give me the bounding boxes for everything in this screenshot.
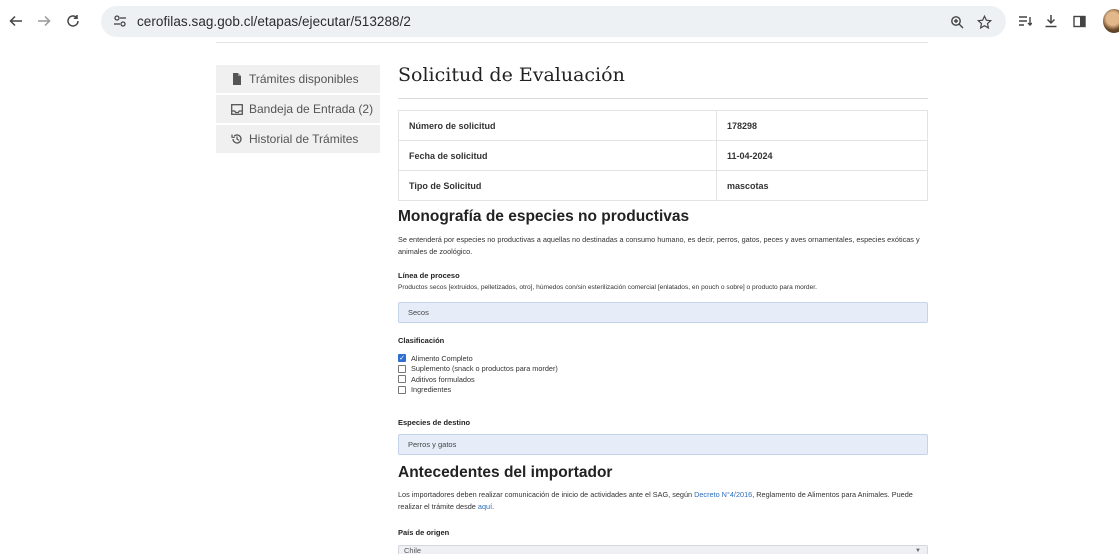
monografia-description: Se entenderá por especies no productivas…	[398, 235, 920, 256]
table-value: 178298	[716, 110, 928, 141]
sidebar-item-historial[interactable]: Historial de Trámites	[216, 125, 380, 153]
text-segment: .	[492, 502, 495, 511]
especies-destino-label: Especies de destino	[398, 418, 471, 427]
clasificacion-label: Clasificación	[398, 336, 445, 345]
tramite-link[interactable]: aquí	[478, 502, 492, 511]
back-arrow-icon[interactable]	[6, 11, 26, 31]
section-title-importador: Antecedentes del importador	[398, 464, 613, 481]
checkbox-alimento-completo[interactable]: ✓ Alimento Completo	[398, 353, 558, 364]
checkbox-aditivos[interactable]: Aditivos formulados	[398, 374, 558, 385]
pais-origen-label: País de origen	[398, 528, 450, 537]
reload-icon[interactable]	[63, 11, 83, 31]
table-key: Tipo de Solicitud	[398, 170, 717, 201]
checkbox-label: Suplemento (snack o productos para morde…	[411, 364, 558, 374]
sidebar-item-label: Trámites disponibles	[249, 72, 359, 86]
table-value: mascotas	[716, 170, 928, 201]
download-icon[interactable]	[1041, 11, 1061, 31]
bookmark-star-icon[interactable]	[974, 12, 994, 32]
text-segment: Los importadores deben realizar comunica…	[398, 490, 695, 499]
page-content: Trámites disponibles Bandeja de Entrada …	[0, 42, 1119, 554]
decreto-link[interactable]: Decreto N°4/2016	[694, 490, 752, 499]
checkbox-label: Alimento Completo	[411, 353, 473, 363]
header-divider	[216, 42, 928, 43]
browser-toolbar: cerofilas.sag.gob.cl/etapas/ejecutar/513…	[0, 0, 1119, 42]
checkbox-checked[interactable]: ✓	[398, 354, 406, 363]
page-title: Solicitud de Evaluación	[398, 64, 625, 86]
title-divider	[398, 98, 928, 99]
inbox-icon	[230, 102, 244, 116]
checkbox-ingredientes[interactable]: Ingredientes	[398, 385, 558, 396]
reading-list-icon[interactable]	[1015, 11, 1035, 31]
site-settings-icon[interactable]	[111, 12, 129, 30]
table-row: Fecha de solicitud 11-04-2024	[398, 140, 928, 171]
checkbox-label: Ingredientes	[411, 385, 452, 395]
table-key: Fecha de solicitud	[398, 140, 717, 171]
chevron-down-icon[interactable]: ▼	[915, 548, 921, 554]
address-bar[interactable]: cerofilas.sag.gob.cl/etapas/ejecutar/513…	[101, 6, 1006, 37]
checkbox-suplemento[interactable]: Suplemento (snack o productos para morde…	[398, 364, 558, 375]
table-row: Número de solicitud 178298	[398, 110, 928, 141]
select-value: Chile	[404, 546, 422, 554]
table-key: Número de solicitud	[398, 110, 717, 141]
linea-proceso-help: Productos secos [extruidos, pelletizados…	[398, 284, 817, 291]
history-icon	[230, 132, 244, 146]
checkbox-label: Aditivos formulados	[411, 374, 475, 384]
sidebar-item-label: Historial de Trámites	[249, 132, 359, 146]
file-icon	[230, 72, 244, 86]
sidebar-item-label: Bandeja de Entrada (2)	[249, 102, 374, 116]
forward-arrow-icon[interactable]	[34, 11, 54, 31]
especies-destino-field[interactable]: Perros y gatos	[398, 434, 928, 455]
checkbox-unchecked[interactable]	[398, 385, 406, 394]
url-text[interactable]: cerofilas.sag.gob.cl/etapas/ejecutar/513…	[137, 14, 411, 29]
table-value: 11-04-2024	[716, 140, 928, 171]
profile-avatar[interactable]	[1103, 9, 1119, 33]
linea-proceso-label: Línea de proceso	[398, 271, 460, 280]
checkbox-unchecked[interactable]	[398, 375, 406, 384]
section-title-monografia: Monografía de especies no productivas	[398, 208, 690, 225]
pais-origen-select[interactable]: Chile ▼	[398, 545, 928, 554]
zoom-icon[interactable]	[947, 12, 967, 32]
sidebar: Trámites disponibles Bandeja de Entrada …	[216, 65, 380, 155]
checkbox-unchecked[interactable]	[398, 364, 406, 373]
side-panel-icon[interactable]	[1069, 11, 1089, 31]
linea-proceso-field[interactable]: Secos	[398, 302, 928, 323]
importador-description: Los importadores deben realizar comunica…	[398, 489, 928, 513]
sidebar-item-bandeja-entrada[interactable]: Bandeja de Entrada (2)	[216, 95, 380, 123]
sidebar-item-tramites-disponibles[interactable]: Trámites disponibles	[216, 65, 380, 93]
table-row: Tipo de Solicitud mascotas	[398, 170, 928, 201]
request-info-table: Número de solicitud 178298 Fecha de soli…	[398, 110, 928, 201]
clasificacion-options: ✓ Alimento Completo Suplemento (snack o …	[398, 353, 558, 395]
